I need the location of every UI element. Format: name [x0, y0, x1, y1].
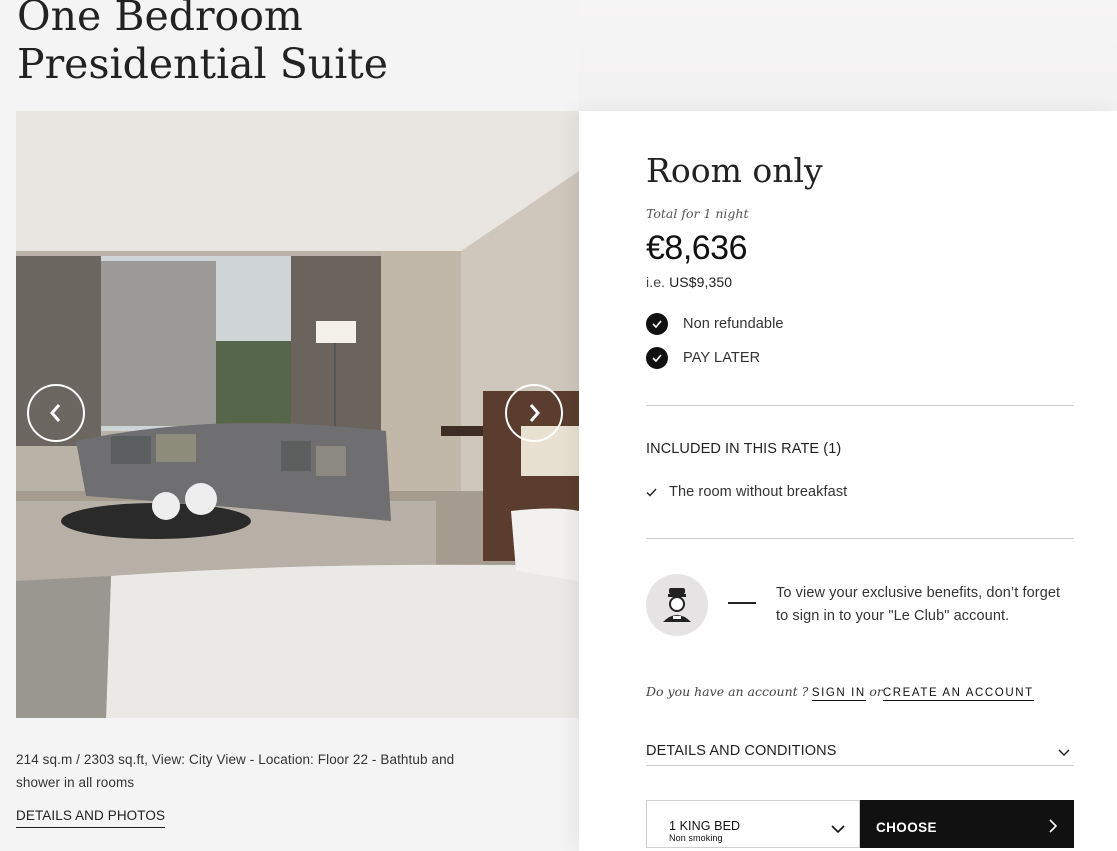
check-icon — [646, 313, 668, 335]
room-photo-carousel[interactable] — [16, 111, 579, 718]
price-eur: €8,636 — [646, 229, 748, 267]
choose-label: CHOOSE — [876, 820, 937, 835]
condition-label: PAY LATER — [683, 350, 761, 366]
divider — [646, 538, 1074, 539]
room-title: One Bedroom Presidential Suite — [17, 0, 389, 88]
condition-pay-later: PAY LATER — [646, 347, 760, 369]
details-conditions-label: DETAILS AND CONDITIONS — [646, 743, 837, 759]
included-title: INCLUDED IN THIS RATE (1) — [646, 441, 842, 457]
chevron-down-icon — [1058, 745, 1070, 761]
chevron-right-icon — [1049, 819, 1058, 838]
chevron-left-icon — [50, 404, 61, 422]
divider — [646, 405, 1074, 406]
chevron-right-icon — [529, 404, 540, 422]
panel-top-backdrop — [579, 0, 1117, 111]
price-usd: US$9,350 — [669, 274, 733, 290]
bed-type-select[interactable]: 1 KING BED Non smoking — [646, 800, 860, 848]
price-prefix: i.e. — [646, 274, 666, 290]
bed-type-label: 1 KING BED — [669, 819, 741, 833]
included-item-label: The room without breakfast — [669, 484, 848, 500]
details-and-photos-link[interactable]: DETAILS AND PHOTOS — [16, 808, 166, 828]
room-description: 214 sq.m / 2303 sq.ft, View: City View -… — [16, 752, 455, 790]
create-account-link[interactable]: CREATE AN ACCOUNT — [882, 687, 1034, 701]
choose-button[interactable]: CHOOSE — [860, 800, 1074, 848]
check-icon — [646, 488, 657, 497]
previous-photo-button[interactable] — [27, 384, 85, 442]
benefits-text: To view your exclusive benefits, don’t f… — [776, 585, 1061, 624]
account-question: Do you have an account ? — [646, 684, 809, 699]
price-usd-line: i.e. US$9,350 — [646, 274, 732, 290]
dash-separator — [728, 602, 756, 604]
rate-title: Room only — [646, 151, 823, 190]
total-label: Total for 1 night — [646, 206, 749, 221]
rate-panel: Room only Total for 1 night €8,636 i.e. … — [579, 111, 1117, 851]
concierge-icon — [646, 574, 708, 636]
next-photo-button[interactable] — [505, 384, 563, 442]
included-item: The room without breakfast — [646, 484, 847, 500]
bed-type-sub: Non smoking — [669, 833, 723, 843]
room-photo — [16, 111, 579, 718]
chevron-down-icon — [831, 821, 845, 839]
divider — [646, 765, 1074, 766]
account-prompt: Do you have an account ? SIGN IN orCREAT… — [646, 684, 1034, 701]
or-text: or — [869, 684, 883, 699]
condition-non-refundable: Non refundable — [646, 313, 784, 335]
details-and-conditions-toggle[interactable]: DETAILS AND CONDITIONS — [646, 743, 1074, 765]
check-icon — [646, 347, 668, 369]
condition-label: Non refundable — [683, 316, 784, 332]
sign-in-link[interactable]: SIGN IN — [811, 687, 866, 701]
